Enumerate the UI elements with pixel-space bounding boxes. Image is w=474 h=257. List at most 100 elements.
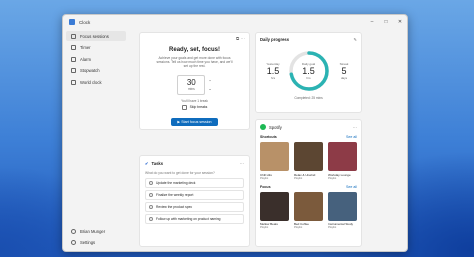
avatar	[71, 228, 76, 234]
account-button[interactable]: Brian Munger	[66, 226, 126, 236]
sidebar-item-stopwatch[interactable]: Stopwatch	[66, 66, 126, 76]
daily-progress-card: Daily progress ✎ Yesterday 1.5 hrs Daily…	[255, 32, 362, 113]
main-content: ⧉ ⋯ Ready, set, focus! Achieve your goal…	[133, 29, 403, 247]
sidebar-item-alarm[interactable]: Alarm	[66, 54, 126, 64]
album-tile[interactable]: Chill Hits Playlist	[260, 142, 289, 180]
section-title: Shortcuts	[260, 135, 277, 139]
stat-unit: days	[340, 76, 348, 80]
sidebar-item-label: World clock	[80, 79, 102, 85]
title-bar[interactable]: Clock – □ ✕	[63, 15, 407, 29]
decrease-chevron-icon[interactable]: ⌄	[208, 85, 211, 92]
album-subtitle: Playlist	[294, 226, 303, 229]
stat-unit: hrs	[306, 76, 311, 80]
see-all-link[interactable]: See all	[346, 185, 357, 189]
section-title: Focus	[260, 184, 271, 189]
spotify-section-header: Focus See all	[260, 185, 357, 189]
minimize-button[interactable]: –	[365, 19, 379, 25]
task-label: Update the marketing deck	[156, 181, 196, 185]
album-tile[interactable]: Mellow Beats Playlist	[260, 191, 289, 229]
timer-icon	[71, 45, 76, 50]
focus-heading: Ready, set, focus!	[169, 47, 220, 53]
task-item[interactable]: Finalize the weekly report	[145, 190, 244, 200]
album-subtitle: Playlist	[260, 226, 269, 229]
globe-icon	[71, 79, 76, 85]
play-icon: ▶	[177, 119, 181, 124]
task-checkbox[interactable]	[149, 181, 153, 185]
account-name: Brian Munger	[80, 228, 106, 234]
album-subtitle: Playlist	[260, 176, 269, 180]
duration-unit: mins	[187, 87, 195, 92]
compact-mode-icon[interactable]: ⧉	[236, 36, 239, 41]
sidebar-item-label: Timer	[80, 45, 91, 50]
focus-session-card: ⧉ ⋯ Ready, set, focus! Achieve your goal…	[139, 32, 250, 130]
sidebar-item-label: Focus sessions	[80, 33, 109, 39]
clock-app-icon	[69, 19, 75, 25]
album-tile[interactable]: Workday Lounge Playlist	[328, 142, 357, 180]
task-item[interactable]: Update the marketing deck	[145, 178, 244, 188]
stat-value: 5	[341, 66, 347, 76]
spotify-section-header: Shortcuts See all	[260, 135, 357, 139]
album-subtitle: Playlist	[328, 176, 337, 180]
edit-icon[interactable]: ✎	[353, 37, 357, 42]
maximize-button[interactable]: □	[379, 19, 393, 25]
duration-picker: 30 mins ⌃ ⌄	[140, 74, 249, 95]
tasks-card: ✔ Tasks ⋯ What do you want to get done f…	[139, 155, 250, 247]
more-options-icon[interactable]: ⋯	[241, 36, 246, 41]
daily-goal-ring[interactable]: Daily goal 1.5 hrs	[288, 50, 330, 92]
album-cover	[328, 191, 357, 221]
skip-breaks-checkbox[interactable]: Skip breaks	[140, 104, 249, 110]
streak-stat: Streak 5 days	[331, 62, 357, 80]
see-all-link[interactable]: See all	[346, 135, 357, 139]
task-label: Follow up with marketing on product nami…	[156, 217, 221, 221]
album-subtitle: Playlist	[328, 226, 337, 229]
sidebar: Focus sessions Timer Alarm Stopwatch Wor…	[63, 29, 129, 251]
more-options-icon[interactable]: ⋯	[353, 125, 357, 130]
checkbox-box[interactable]	[181, 104, 187, 110]
start-focus-label: Start focus session	[181, 119, 212, 124]
album-cover	[328, 142, 357, 171]
spotify-card: Spotify ⋯ Shortcuts See all Chill Hits Pl…	[255, 119, 362, 247]
window-title: Clock	[79, 19, 91, 25]
album-subtitle: Playlist	[294, 176, 303, 180]
stat-value: 1.5	[302, 66, 315, 76]
spotify-logo-icon	[260, 124, 266, 130]
gear-icon	[71, 240, 76, 245]
more-options-icon[interactable]: ⋯	[240, 161, 244, 166]
album-cover	[260, 142, 289, 171]
skip-breaks-label: Skip breaks	[189, 105, 208, 110]
settings-button[interactable]: Settings	[66, 238, 126, 248]
spotify-title: Spotify	[269, 124, 282, 130]
album-tile[interactable]: Relax & Unwind Playlist	[294, 142, 323, 180]
sidebar-item-focus-sessions[interactable]: Focus sessions	[66, 31, 126, 41]
album-cover	[294, 191, 323, 221]
settings-label: Settings	[80, 240, 96, 245]
task-item[interactable]: Follow up with marketing on product nami…	[145, 214, 244, 224]
clock-window: Clock – □ ✕ Focus sessions Timer Alarm S…	[62, 14, 408, 252]
task-checkbox[interactable]	[149, 217, 153, 221]
sidebar-item-label: Alarm	[80, 56, 91, 62]
task-label: Finalize the weekly report	[156, 193, 194, 197]
stat-value: 1.5	[266, 66, 280, 76]
daily-progress-title: Daily progress	[260, 37, 290, 42]
task-checkbox[interactable]	[149, 193, 153, 197]
sidebar-item-world-clock[interactable]: World clock	[66, 77, 126, 87]
sidebar-item-timer[interactable]: Timer	[66, 43, 126, 53]
album-row: Mellow Beats Playlist Bed Coffee Playlis…	[260, 191, 357, 229]
close-button[interactable]: ✕	[393, 19, 407, 25]
break-note: You'll have 1 break	[181, 98, 208, 103]
album-cover	[294, 142, 323, 171]
task-label: Review the product spec	[156, 205, 193, 209]
duration-input[interactable]: 30 mins	[177, 74, 206, 95]
task-checkbox[interactable]	[149, 205, 153, 209]
increase-chevron-icon[interactable]: ⌃	[208, 78, 211, 85]
focus-icon	[71, 33, 76, 39]
focus-description: Achieve your goals and get more done wit…	[156, 56, 233, 69]
alarm-icon	[71, 56, 76, 62]
album-tile[interactable]: Instrumental Study Playlist	[328, 191, 357, 229]
sidebar-item-label: Stopwatch	[80, 68, 100, 73]
start-focus-button[interactable]: ▶ Start focus session	[171, 117, 218, 126]
album-tile[interactable]: Bed Coffee Playlist	[294, 191, 323, 229]
stat-unit: hrs	[270, 76, 276, 80]
stopwatch-icon	[71, 68, 76, 73]
task-item[interactable]: Review the product spec	[145, 202, 244, 212]
